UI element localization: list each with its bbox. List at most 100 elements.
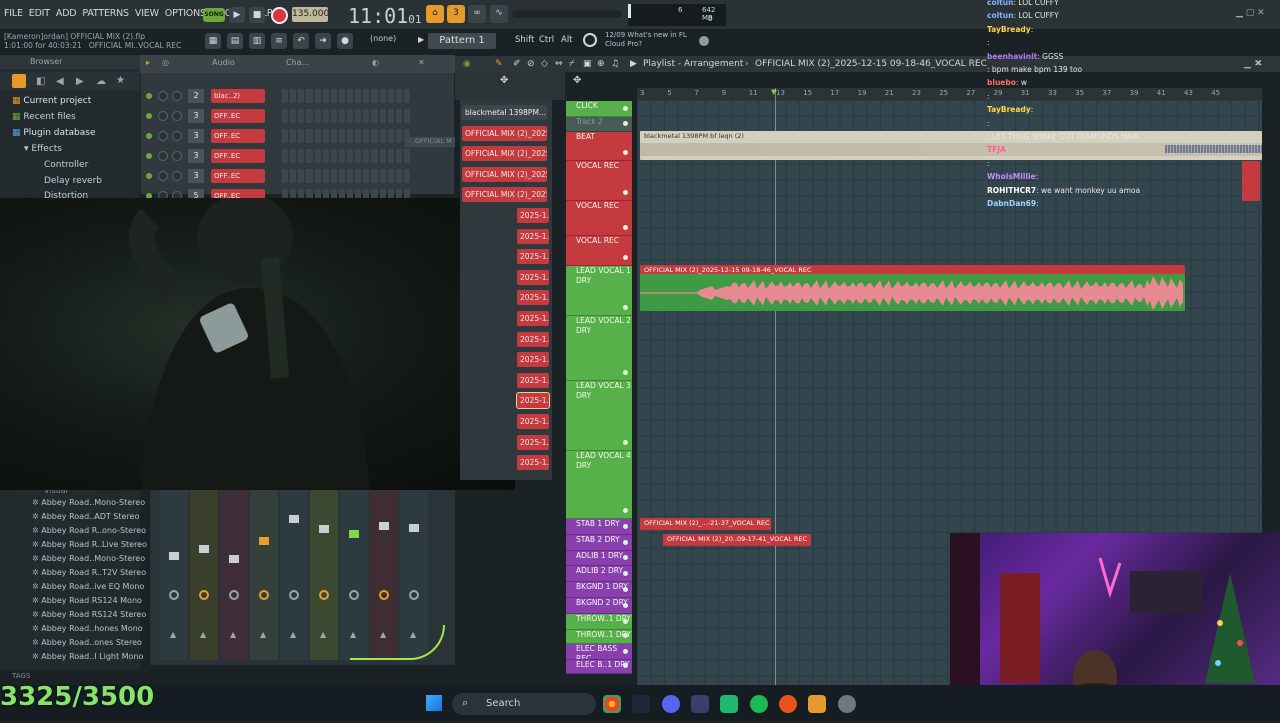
step-button[interactable]: [355, 169, 362, 183]
route-arrow-icon[interactable]: ▲: [170, 630, 176, 639]
step-button[interactable]: [387, 109, 394, 123]
step-button[interactable]: [314, 89, 321, 103]
channel-active-led[interactable]: [146, 173, 152, 179]
fl-studio-icon[interactable]: [808, 695, 826, 713]
plugin-item[interactable]: ✲ Abbey Road..ones Stereo: [32, 638, 142, 647]
step-button[interactable]: [355, 109, 362, 123]
step-button[interactable]: [322, 149, 329, 163]
step-button[interactable]: [363, 149, 370, 163]
forward-icon[interactable]: ▶: [76, 76, 84, 87]
track-header[interactable]: LEAD VOCAL 2 DRY: [566, 316, 632, 381]
snap-icon[interactable]: ◉: [463, 56, 471, 72]
track-header[interactable]: ELEC BASS REC: [566, 644, 632, 660]
channel-pan-knob[interactable]: [158, 151, 168, 161]
mixer-pan-knob[interactable]: [379, 590, 389, 600]
step-button[interactable]: [395, 129, 402, 143]
track-mute-led[interactable]: [623, 508, 628, 513]
route-arrow-icon[interactable]: ▲: [260, 630, 266, 639]
slice-tool-icon[interactable]: ⌿: [569, 56, 574, 72]
track-header[interactable]: ADLIB 1 DRY: [566, 551, 632, 566]
step-button[interactable]: [330, 109, 337, 123]
mixer-fader[interactable]: [169, 552, 179, 560]
pattern-item[interactable]: 2025-1...: [517, 331, 549, 347]
track-mute-led[interactable]: [623, 121, 628, 126]
step-button[interactable]: [330, 149, 337, 163]
mixer-fader[interactable]: [259, 537, 269, 545]
brave-icon[interactable]: [779, 695, 797, 713]
play-pattern-icon[interactable]: ▶: [418, 35, 424, 44]
track-mute-led[interactable]: [623, 150, 628, 155]
channel-name-button[interactable]: blac..2): [211, 89, 265, 103]
track-header[interactable]: ELEC B..1 DRY: [566, 660, 632, 674]
undo-icon[interactable]: ↶: [293, 33, 309, 49]
track-header[interactable]: ADLIB 2 DRY: [566, 566, 632, 582]
step-button[interactable]: [338, 109, 345, 123]
track-header[interactable]: BKGND 2 DRY: [566, 598, 632, 614]
delete-tool-icon[interactable]: ⊘: [527, 56, 535, 72]
step-button[interactable]: [363, 89, 370, 103]
shift-key[interactable]: Shift: [515, 35, 534, 45]
route-arrow-icon[interactable]: ▲: [290, 630, 296, 639]
mixer-fader[interactable]: [409, 524, 419, 532]
pattern-item[interactable]: 2025-1...: [517, 352, 549, 368]
track-header[interactable]: BEAT: [566, 132, 632, 161]
steam-icon[interactable]: [632, 695, 650, 713]
mixer-icon[interactable]: ≡: [271, 33, 287, 49]
step-button[interactable]: [363, 169, 370, 183]
stop-icon[interactable]: ■: [249, 7, 265, 23]
menu-add[interactable]: ADD: [56, 8, 77, 19]
step-button[interactable]: [282, 149, 289, 163]
channel-active-led[interactable]: [146, 133, 152, 139]
plugin-item[interactable]: ✲ Abbey Road R..T2V Stereo: [32, 568, 146, 577]
draw-tool-icon[interactable]: ✎: [495, 56, 503, 72]
route-arrow-icon[interactable]: ▲: [200, 630, 206, 639]
track-header[interactable]: LEAD VOCAL 4 DRY: [566, 451, 632, 519]
nav-icon[interactable]: ✥: [573, 75, 581, 86]
step-button[interactable]: [298, 169, 305, 183]
plugin-item[interactable]: ✲ Abbey Road R..ono-Stereo: [32, 526, 146, 535]
route-arrow-icon[interactable]: ▲: [320, 630, 326, 639]
track-mute-led[interactable]: [623, 633, 628, 638]
step-button[interactable]: [379, 149, 386, 163]
paint-tool-icon[interactable]: ✐: [513, 56, 521, 72]
channel-active-led[interactable]: [146, 93, 152, 99]
track-header[interactable]: LEAD VOCAL 1 DRY: [566, 266, 632, 316]
channel-mixer-number[interactable]: 3: [188, 149, 204, 163]
pianoroll-icon[interactable]: ▤: [227, 33, 243, 49]
plugin-item[interactable]: ✲ Abbey Road..ADT Stereo: [32, 512, 139, 521]
plugin-item[interactable]: ✲ Abbey Road RS124 Mono: [32, 596, 142, 605]
track-header[interactable]: Track 2: [566, 117, 632, 132]
step-button[interactable]: [347, 149, 354, 163]
tags-label[interactable]: TAGS: [12, 672, 30, 680]
refresh-icon[interactable]: [583, 33, 597, 47]
track-mute-led[interactable]: [623, 603, 628, 608]
track-mute-led[interactable]: [623, 370, 628, 375]
track-header[interactable]: STAB 1 DRY: [566, 519, 632, 535]
track-header[interactable]: LEAD VOCAL 3 DRY: [566, 381, 632, 451]
step-button[interactable]: [347, 109, 354, 123]
mixer-pan-knob[interactable]: [409, 590, 419, 600]
pattern-item[interactable]: OFFICIAL MIX (2)_2025-1...: [462, 125, 547, 141]
windows-start-icon[interactable]: [426, 695, 442, 711]
track-mute-led[interactable]: [623, 619, 628, 624]
step-button[interactable]: [306, 169, 313, 183]
pattern-item[interactable]: 2025-1...: [517, 455, 549, 471]
step-button[interactable]: [403, 169, 410, 183]
step-button[interactable]: [347, 89, 354, 103]
channel-mixer-number[interactable]: 2: [188, 89, 204, 103]
step-button[interactable]: [363, 129, 370, 143]
browser-item-effects[interactable]: ▾ Effects: [24, 144, 62, 154]
menu-edit[interactable]: EDIT: [29, 8, 50, 19]
track-mute-led[interactable]: [623, 524, 628, 529]
channel-mixer-number[interactable]: 3: [188, 109, 204, 123]
channel-pan-knob[interactable]: [158, 111, 168, 121]
step-button[interactable]: [347, 169, 354, 183]
channel-rack-icon[interactable]: ▥: [249, 33, 265, 49]
ctrl-key[interactable]: Ctrl: [539, 35, 554, 45]
track-mute-led[interactable]: [623, 555, 628, 560]
menu-view[interactable]: VIEW: [135, 8, 159, 19]
rack-filter-label[interactable]: Audio: [212, 58, 235, 67]
track-header[interactable]: VOCAL REC: [566, 236, 632, 266]
step-button[interactable]: [290, 169, 297, 183]
menu-options[interactable]: OPTIONS: [165, 8, 206, 19]
